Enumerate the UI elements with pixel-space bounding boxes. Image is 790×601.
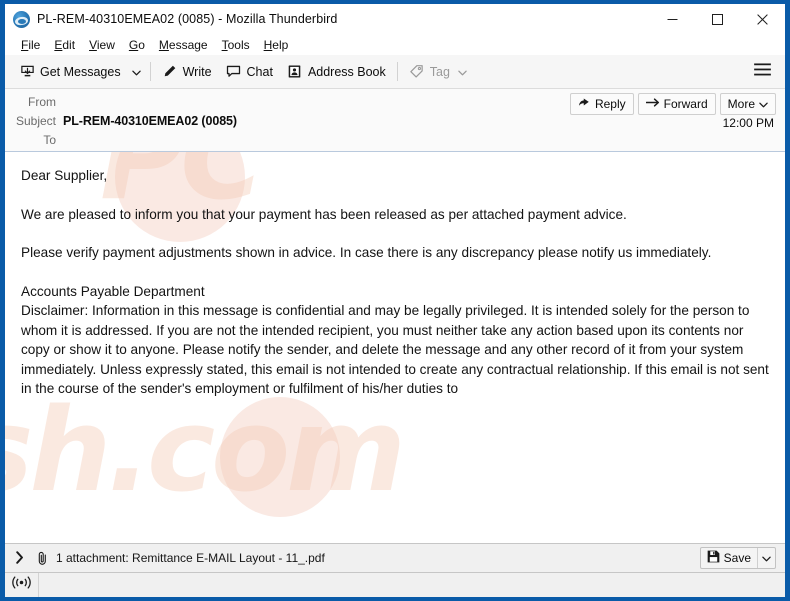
chevron-down-icon — [458, 65, 467, 79]
thunderbird-logo-icon — [13, 10, 30, 28]
address-book-icon — [287, 64, 303, 80]
maximize-button[interactable] — [695, 4, 740, 34]
chat-label: Chat — [246, 64, 273, 79]
tag-label: Tag — [429, 64, 450, 79]
tag-button[interactable]: Tag — [402, 59, 474, 85]
subject-label: Subject — [15, 113, 56, 128]
toolbar-separator — [149, 62, 151, 81]
tag-icon — [409, 64, 425, 80]
reply-button[interactable]: Reply — [569, 93, 634, 115]
attachment-label: 1 attachment: Remittance E-MAIL Layout -… — [56, 551, 325, 565]
body-paragraph-2: Please verify payment adjustments shown … — [21, 245, 712, 260]
save-attachment-group: Save — [699, 547, 776, 569]
menu-item-tools[interactable]: Tools — [215, 37, 257, 53]
address-book-button[interactable]: Address Book — [280, 59, 393, 85]
forward-button[interactable]: Forward — [637, 93, 716, 115]
title-bar: PL-REM-40310EMEA02 (0085) - Mozilla Thun… — [5, 4, 785, 34]
main-toolbar: Get Messages Write Chat Address Book Tag — [5, 55, 785, 89]
close-button[interactable] — [740, 4, 785, 34]
save-disk-icon — [707, 550, 720, 566]
connection-status-cell[interactable] — [5, 573, 39, 597]
window-title: PL-REM-40310EMEA02 (0085) - Mozilla Thun… — [37, 12, 338, 26]
chevron-down-icon — [762, 549, 771, 567]
header-row-to: To — [5, 130, 785, 149]
speech-bubble-icon — [226, 64, 242, 80]
thunderbird-window: PL-REM-40310EMEA02 (0085) - Mozilla Thun… — [0, 0, 790, 601]
menu-item-message[interactable]: Message — [152, 37, 215, 53]
hamburger-menu-icon — [753, 62, 771, 81]
attachment-bar: 1 attachment: Remittance E-MAIL Layout -… — [5, 543, 785, 572]
window-inner: PL-REM-40310EMEA02 (0085) - Mozilla Thun… — [5, 4, 785, 597]
from-label: From — [28, 94, 56, 109]
menu-item-help[interactable]: Help — [257, 37, 296, 53]
body-greeting: Dear Supplier, — [21, 168, 108, 183]
paperclip-icon — [36, 551, 49, 566]
body-signature: Accounts Payable Department — [21, 283, 205, 299]
window-controls — [650, 4, 785, 34]
address-book-label: Address Book — [307, 64, 386, 79]
save-dropdown-button[interactable] — [757, 548, 775, 568]
chevron-right-icon[interactable] — [16, 550, 30, 566]
more-label: More — [727, 97, 755, 111]
subject-value: PL-REM-40310EMEA02 (0085) — [63, 113, 237, 128]
more-button[interactable]: More — [719, 93, 776, 115]
reply-label: Reply — [594, 97, 626, 111]
write-label: Write — [182, 64, 212, 79]
save-attachment-button[interactable]: Save — [701, 548, 757, 568]
toolbar-separator-2 — [396, 62, 398, 81]
watermark-text-bottom: sh.com — [5, 384, 406, 518]
body-disclaimer: Disclaimer: Information in this message … — [21, 303, 769, 396]
reply-arrow-icon — [578, 97, 591, 112]
message-header: From Subject PL-REM-40310EMEA02 (0085) T… — [5, 89, 785, 152]
menu-item-view[interactable]: View — [82, 37, 122, 53]
broadcast-signal-icon — [12, 576, 31, 594]
menu-item-file[interactable]: File — [14, 37, 47, 53]
message-text: Dear Supplier, We are pleased to inform … — [5, 152, 785, 399]
message-action-buttons: Reply Forward More — [569, 93, 776, 115]
save-label: Save — [723, 551, 751, 565]
forward-label: Forward — [663, 97, 708, 111]
to-label: To — [43, 132, 56, 147]
pencil-icon — [162, 64, 178, 80]
body-paragraph-1: We are pleased to inform you that your p… — [21, 206, 627, 222]
inbox-download-icon — [19, 64, 35, 80]
get-messages-label: Get Messages — [40, 64, 121, 79]
watermark-dot-2 — [220, 397, 340, 517]
chevron-down-icon — [759, 97, 768, 111]
menu-item-edit[interactable]: Edit — [47, 37, 82, 53]
app-menu-button[interactable] — [749, 59, 775, 85]
message-body-pane[interactable]: PC sh.com Dear Supplier, We are pleased … — [5, 152, 785, 543]
menu-bar: File Edit View Go Message Tools Help — [5, 34, 785, 55]
get-messages-button[interactable]: Get Messages — [12, 59, 128, 85]
chat-button[interactable]: Chat — [219, 59, 280, 85]
status-bar — [5, 572, 785, 597]
minimize-button[interactable] — [650, 4, 695, 34]
message-time: 12:00 PM — [722, 116, 774, 130]
get-messages-dropdown[interactable] — [128, 59, 146, 85]
forward-arrow-icon — [645, 97, 660, 111]
menu-item-go[interactable]: Go — [122, 37, 152, 53]
chevron-down-icon — [132, 63, 141, 81]
write-button[interactable]: Write — [155, 59, 219, 85]
